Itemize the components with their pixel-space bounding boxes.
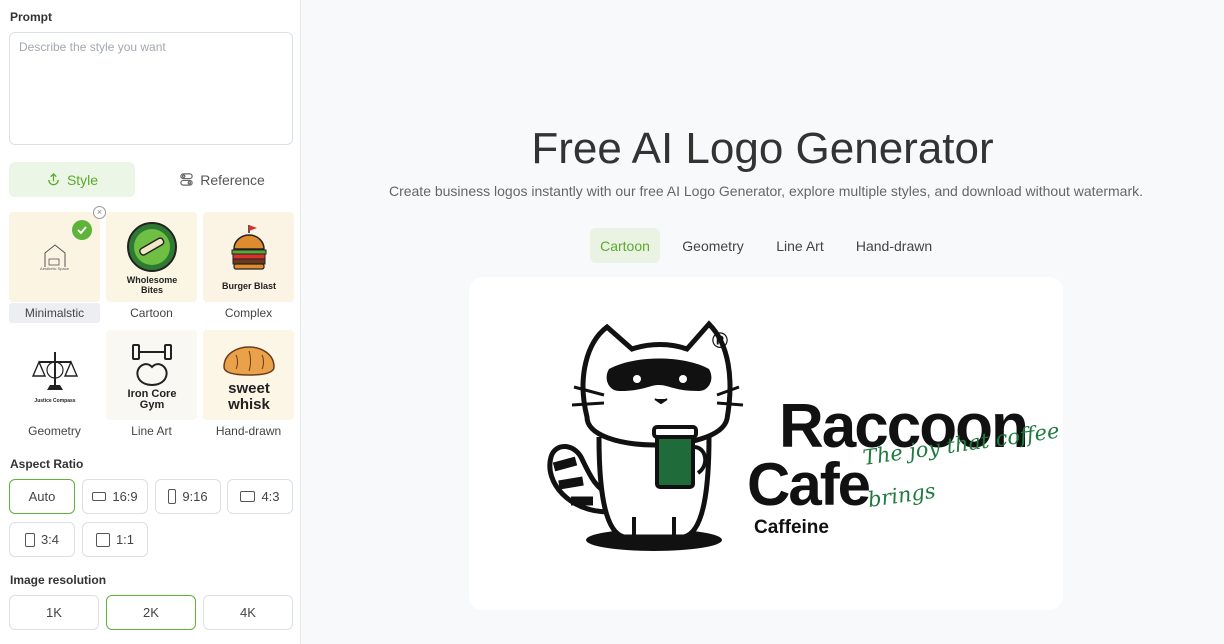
style-name-minimalistic: Minimalstic (9, 303, 100, 323)
page-title: Free AI Logo Generator (531, 124, 994, 173)
style-tab-label: Style (66, 171, 99, 188)
ratio-1-1-button[interactable]: 1:1 (82, 522, 148, 557)
reference-tab[interactable]: Reference (151, 162, 293, 197)
dumbbell-icon: Iron Core Gym (127, 344, 176, 411)
style-card-complex[interactable]: Burger Blast (203, 212, 294, 302)
mode-tabs: Style Reference (9, 162, 293, 197)
style-thumb-line-art: Iron Core Gym (106, 330, 197, 420)
settings-sidebar: Prompt Style Reference (0, 0, 301, 644)
reference-tab-label: Reference (200, 171, 265, 188)
selected-check-icon (72, 220, 92, 240)
prompt-input[interactable] (9, 32, 293, 145)
style-thumb-hand-drawn: sweet whisk (203, 330, 294, 420)
ratio-16-9-button[interactable]: 16:9 (82, 479, 148, 514)
style-tab[interactable]: Style (9, 162, 135, 197)
house-icon (44, 244, 65, 267)
style-name-hand-drawn: Hand-drawn (215, 424, 282, 438)
style-name-geometry: Geometry (28, 424, 81, 438)
logo-sub: Caffeine (754, 517, 829, 538)
bread-icon: sweet whisk (222, 346, 275, 413)
thumb-text: Aesthetic Space (40, 266, 69, 271)
prompt-label: Prompt (10, 10, 52, 24)
landscape-ratio-icon (92, 492, 107, 501)
thumb-text: sweet (228, 380, 270, 397)
aspect-ratio-label: Aspect Ratio (10, 457, 84, 471)
ratio-label: Auto (28, 489, 56, 504)
tab-geometry[interactable]: Geometry (670, 228, 756, 263)
deselect-close-icon[interactable]: × (93, 206, 106, 219)
ratio-9-16-button[interactable]: 9:16 (155, 479, 221, 514)
resolution-option-label: 2K (143, 605, 159, 620)
ratio-label: 4:3 (261, 489, 280, 504)
style-thumb-geometry: Justice Compass (9, 330, 100, 420)
page-subtitle: Create business logos instantly with our… (388, 183, 1144, 199)
registered-mark: ® (712, 328, 728, 353)
logo-line-2: Cafe (747, 451, 870, 518)
svg-text:Bites: Bites (140, 285, 162, 295)
upload-icon (46, 172, 61, 187)
style-thumb-cartoon: Wholesome Bites (106, 212, 197, 302)
tab-hand-drawn[interactable]: Hand-drawn (845, 228, 943, 263)
style-thumb-complex: Burger Blast (203, 212, 294, 302)
svg-text:Burger Blast: Burger Blast (221, 281, 275, 291)
resolution-label: Image resolution (10, 573, 107, 587)
style-card-hand-drawn[interactable]: sweet whisk (203, 330, 294, 420)
resolution-1k-button[interactable]: 1K (9, 595, 99, 630)
scales-icon: Justice Compass (31, 352, 78, 404)
resolution-option-label: 1K (46, 605, 62, 620)
portrait-ratio-icon (168, 489, 177, 504)
burger-icon: Burger Blast (221, 225, 276, 291)
ratio-label: 1:1 (115, 532, 135, 547)
landscape-ratio-icon (240, 491, 256, 502)
thumb-text: whisk (227, 396, 270, 413)
style-card-geometry[interactable]: Justice Compass (9, 330, 100, 420)
tab-line-art[interactable]: Line Art (765, 228, 835, 263)
ratio-4-3-button[interactable]: 4:3 (227, 479, 293, 514)
logo-tagline-2: brings (866, 479, 937, 512)
ratio-label: 9:16 (182, 489, 208, 504)
logo-preview-card: ® Raccoon Cafe Caffeine The joy that cof… (469, 277, 1063, 610)
ratio-label: 16:9 (112, 489, 138, 504)
style-card-line-art[interactable]: Iron Core Gym (106, 330, 197, 420)
raccoon-cafe-logo: ® Raccoon Cafe Caffeine The joy that cof… (547, 320, 1061, 551)
style-name-complex: Complex (224, 306, 273, 320)
reference-icon (179, 172, 194, 187)
portrait-ratio-icon (24, 532, 35, 547)
bone-plate-icon: Wholesome Bites (126, 222, 177, 295)
style-thumb-minimalistic: Aesthetic Space (9, 212, 100, 302)
square-ratio-icon (95, 532, 110, 547)
ratio-auto-button[interactable]: Auto (9, 479, 75, 514)
style-card-minimalistic[interactable]: Aesthetic Space (9, 212, 100, 302)
resolution-4k-button[interactable]: 4K (203, 595, 293, 630)
resolution-2k-button[interactable]: 2K (106, 595, 196, 630)
tab-cartoon[interactable]: Cartoon (590, 228, 660, 263)
style-name-line-art: Line Art (131, 424, 172, 438)
svg-text:Wholesome: Wholesome (126, 275, 177, 285)
ratio-3-4-button[interactable]: 3:4 (9, 522, 75, 557)
resolution-option-label: 4K (240, 605, 256, 620)
ratio-label: 3:4 (40, 532, 60, 547)
style-card-cartoon[interactable]: Wholesome Bites (106, 212, 197, 302)
thumb-text: Gym (139, 399, 164, 411)
svg-text:Justice Compass: Justice Compass (34, 398, 75, 404)
style-name-cartoon: Cartoon (130, 306, 173, 320)
